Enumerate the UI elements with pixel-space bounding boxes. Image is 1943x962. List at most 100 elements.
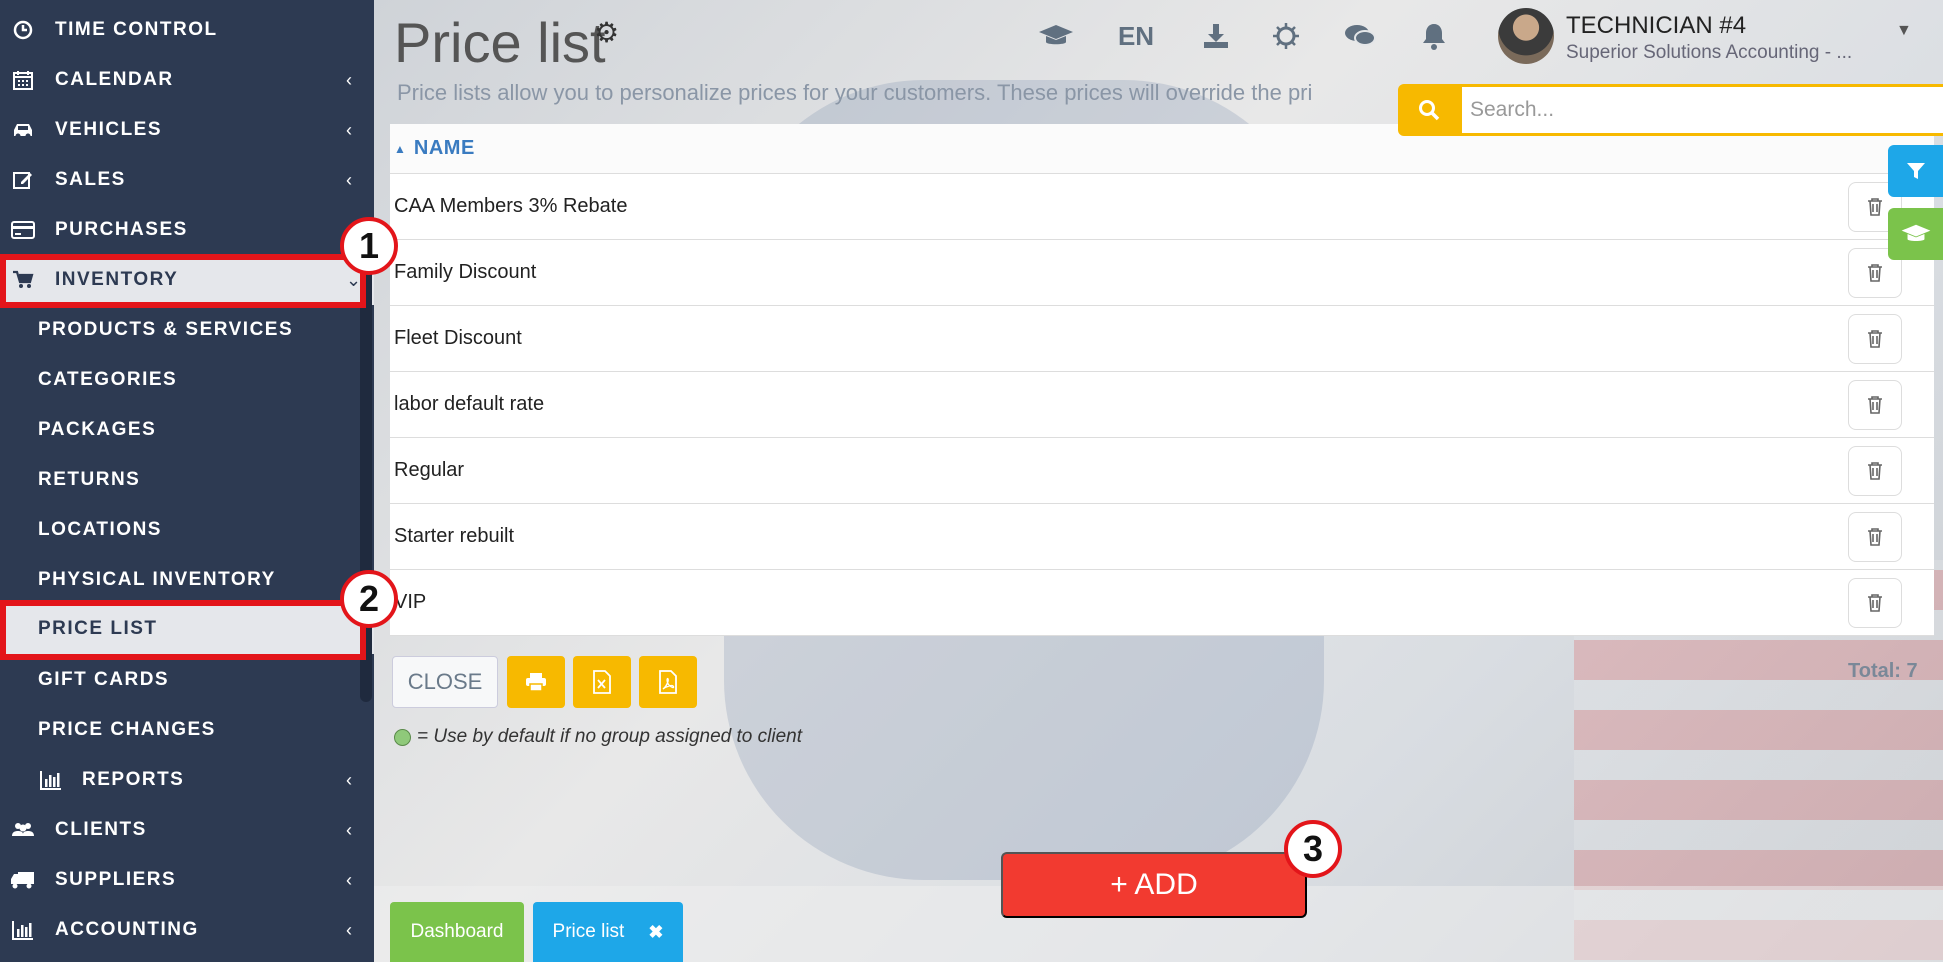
graduation-cap-icon[interactable]	[1034, 16, 1078, 56]
page-description: Price lists allow you to personalize pri…	[397, 80, 1313, 105]
sidebar-item-label: RETURNS	[38, 469, 141, 490]
trash-icon	[1868, 330, 1882, 348]
close-button[interactable]: CLOSE	[392, 656, 498, 708]
sidebar-item-label: CLIENTS	[55, 819, 147, 840]
sidebar-item-suppliers[interactable]: SUPPLIERS ‹	[0, 855, 374, 905]
sidebar-item-label: SALES	[55, 169, 126, 190]
chevron-left-icon: ‹	[346, 919, 354, 940]
row-name[interactable]: labor default rate	[394, 393, 544, 416]
table-row[interactable]: Family Discount	[390, 240, 1934, 306]
language-selector[interactable]: EN	[1114, 16, 1158, 56]
table-row[interactable]: Starter rebuilt	[390, 504, 1934, 570]
user-company: Superior Solutions Accounting - ...	[1566, 42, 1853, 63]
chevron-left-icon: ‹	[346, 169, 354, 190]
sidebar-item-vehicles[interactable]: VEHICLES ‹	[0, 105, 374, 155]
print-button[interactable]	[507, 656, 565, 708]
sidebar-subitem-locations[interactable]: LOCATIONS	[0, 505, 374, 555]
sidebar-item-label: PRICE CHANGES	[38, 719, 216, 740]
delete-button[interactable]	[1848, 380, 1902, 430]
tab-label: Price list	[552, 921, 625, 942]
delete-button[interactable]	[1848, 314, 1902, 364]
delete-button[interactable]	[1848, 578, 1902, 628]
table-row[interactable]: labor default rate	[390, 372, 1934, 438]
row-name[interactable]: Fleet Discount	[394, 327, 522, 350]
row-name[interactable]: VIP	[394, 591, 426, 614]
sidebar-item-label: CALENDAR	[55, 69, 174, 90]
default-legend: = Use by default if no group assigned to…	[394, 726, 802, 748]
graduation-cap-icon[interactable]	[1888, 208, 1943, 260]
sidebar-scrollbar[interactable]	[360, 262, 372, 702]
sidebar-item-purchases[interactable]: PURCHASES	[0, 205, 374, 255]
sidebar-subitem-products-services[interactable]: PRODUCTS & SERVICES	[0, 305, 374, 355]
sidebar-item-label: TIME CONTROL	[55, 19, 218, 40]
delete-button[interactable]	[1848, 446, 1902, 496]
sidebar-item-time-control[interactable]: TIME CONTROL	[0, 5, 374, 55]
cart-icon	[10, 267, 36, 293]
gear-icon[interactable]: ⚙	[594, 16, 619, 49]
delete-button[interactable]	[1848, 512, 1902, 562]
sidebar-item-calendar[interactable]: CALENDAR ‹	[0, 55, 374, 105]
credit-card-icon	[10, 217, 36, 243]
chevron-down-icon[interactable]: ▼	[1896, 22, 1912, 40]
calendar-icon	[10, 67, 36, 93]
legend-text: = Use by default if no group assigned to…	[417, 726, 802, 747]
chevron-left-icon: ‹	[346, 869, 354, 890]
table-row[interactable]: Fleet Discount	[390, 306, 1934, 372]
sidebar-subitem-packages[interactable]: PACKAGES	[0, 405, 374, 455]
lightbulb-icon[interactable]	[1266, 16, 1306, 56]
sidebar: TIME CONTROL CALENDAR ‹ VEHICLES ‹ SALES…	[0, 0, 374, 962]
search-bar	[1398, 84, 1943, 136]
search-input[interactable]	[1462, 87, 1943, 133]
sidebar-subitem-returns[interactable]: RETURNS	[0, 455, 374, 505]
sidebar-subitem-price-changes[interactable]: PRICE CHANGES	[0, 705, 374, 755]
bell-icon[interactable]	[1414, 16, 1454, 56]
truck-icon	[10, 867, 36, 893]
chevron-left-icon: ‹	[346, 769, 354, 790]
table-row[interactable]: CAA Members 3% Rebate	[390, 174, 1934, 240]
chat-icon[interactable]	[1338, 16, 1382, 56]
sidebar-item-label: GIFT CARDS	[38, 669, 170, 690]
download-icon[interactable]	[1196, 16, 1236, 56]
export-pdf-button[interactable]	[639, 656, 697, 708]
sidebar-item-label: PRICE LIST	[38, 618, 158, 639]
add-button[interactable]: + ADD	[1001, 852, 1307, 918]
row-name[interactable]: Starter rebuilt	[394, 525, 514, 548]
row-name[interactable]: Regular	[394, 459, 464, 482]
chevron-left-icon: ‹	[346, 69, 354, 90]
sidebar-item-sales[interactable]: SALES ‹	[0, 155, 374, 205]
sort-asc-icon: ▲	[394, 141, 406, 156]
table-row[interactable]: VIP	[390, 570, 1934, 636]
page-title: Price list	[394, 11, 606, 74]
sidebar-item-inventory[interactable]: INVENTORY ⌄	[0, 255, 374, 305]
trash-icon	[1868, 594, 1882, 612]
sidebar-item-label: PRODUCTS & SERVICES	[38, 319, 294, 340]
sidebar-subitem-reports[interactable]: REPORTS ‹	[0, 755, 374, 805]
search-icon[interactable]	[1398, 84, 1460, 136]
default-indicator-dot	[394, 728, 411, 746]
sidebar-subitem-categories[interactable]: CATEGORIES	[0, 355, 374, 405]
annotation-badge-1: 1	[340, 217, 398, 275]
sidebar-item-label: LOCATIONS	[38, 519, 162, 540]
clock-icon	[10, 17, 36, 43]
avatar[interactable]	[1498, 8, 1554, 64]
sidebar-item-label: INVENTORY	[55, 269, 179, 290]
trash-icon	[1868, 198, 1882, 216]
row-name[interactable]: Family Discount	[394, 261, 536, 284]
tab-price-list[interactable]: Price list ✖	[533, 902, 683, 962]
user-name[interactable]: TECHNICIAN #4	[1566, 12, 1746, 40]
table-row[interactable]: Regular	[390, 438, 1934, 504]
close-icon[interactable]: ✖	[648, 922, 663, 943]
row-name[interactable]: CAA Members 3% Rebate	[394, 195, 627, 218]
column-header-name[interactable]: NAME	[414, 137, 475, 160]
print-icon	[526, 673, 546, 692]
sidebar-item-label: REPORTS	[82, 769, 185, 790]
sidebar-item-clients[interactable]: CLIENTS ‹	[0, 805, 374, 855]
sidebar-item-accounting[interactable]: ACCOUNTING ‹	[0, 905, 374, 955]
sidebar-subitem-gift-cards[interactable]: GIFT CARDS	[0, 655, 374, 705]
tab-dashboard[interactable]: Dashboard	[390, 902, 524, 962]
sidebar-subitem-price-list[interactable]: PRICE LIST	[0, 604, 374, 654]
filter-icon[interactable]	[1888, 145, 1943, 197]
sidebar-subitem-physical-inventory[interactable]: PHYSICAL INVENTORY	[0, 555, 374, 605]
bar-chart-icon	[10, 917, 36, 943]
export-excel-button[interactable]	[573, 656, 631, 708]
